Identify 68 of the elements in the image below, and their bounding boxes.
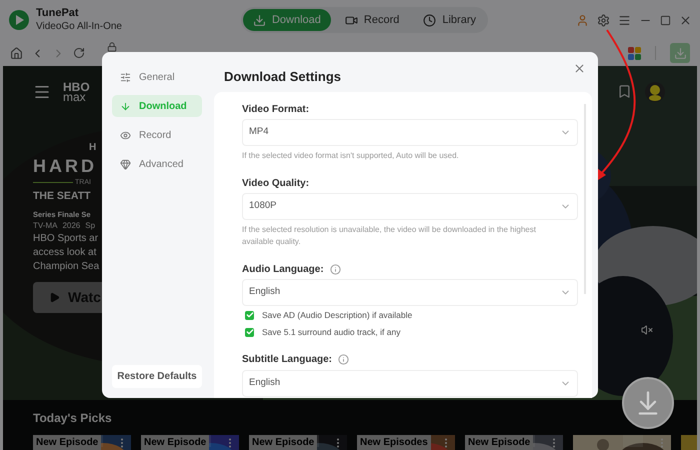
brand-logo-bottom: max xyxy=(63,92,86,102)
info-icon[interactable] xyxy=(338,354,349,365)
tab-icon xyxy=(423,14,436,26)
play-icon xyxy=(49,292,60,303)
description-line: Champion Sea xyxy=(33,260,100,274)
episode-badge: New Episode xyxy=(249,435,318,450)
checkbox-label: Save 5.1 surround audio track, if any xyxy=(262,326,400,338)
episode-badge: New Episode xyxy=(465,435,534,450)
meta-text: TV-MA xyxy=(33,220,58,232)
checkbox[interactable] xyxy=(245,328,254,337)
apps-icon[interactable] xyxy=(628,46,641,60)
maximize-icon[interactable] xyxy=(660,14,671,26)
settings-nav-item[interactable]: General xyxy=(112,66,202,88)
dropdown-field[interactable]: English xyxy=(242,279,578,306)
field-label: Video Quality: xyxy=(242,176,310,190)
tab-icon xyxy=(344,14,358,26)
field-label: Video Format: xyxy=(242,102,310,116)
app-name: TunePat xyxy=(36,7,80,20)
restore-defaults-button[interactable]: Restore Defaults xyxy=(112,365,202,388)
description-line: access look at xyxy=(33,246,96,260)
account-icon[interactable] xyxy=(576,14,589,26)
settings-nav-item[interactable]: Download xyxy=(112,95,202,117)
app-subtitle: VideoGo All-In-One xyxy=(36,20,122,33)
nav-icon xyxy=(120,100,131,112)
field-label: Subtitle Language: xyxy=(242,353,332,367)
field-label: Audio Language: xyxy=(242,262,324,276)
menu-icon[interactable] xyxy=(33,83,51,101)
episode-badge: New Episode xyxy=(33,435,102,450)
nav-icon xyxy=(120,130,131,140)
field-hint: If the selected video format isn't supported, Auto will be used. xyxy=(242,150,460,162)
close-icon[interactable] xyxy=(679,14,692,26)
info-icon[interactable] xyxy=(330,264,341,274)
nav-tab[interactable]: Record xyxy=(334,9,410,31)
settings-nav-item[interactable]: Record xyxy=(112,124,202,146)
avatar-icon[interactable] xyxy=(645,82,665,102)
download-icon xyxy=(674,46,686,60)
description-line: HBO Sports ar xyxy=(33,232,98,246)
title-art-text: H xyxy=(89,142,96,154)
field-hint: If the selected resolution is unavailable, the video will be downloaded in the highest available quality. xyxy=(242,224,537,248)
settings-nav-item[interactable]: Advanced xyxy=(112,153,202,175)
close-icon[interactable] xyxy=(573,62,586,74)
checkbox-label: Save AD (Audio Description) if available xyxy=(262,309,412,322)
meta-text: 2026 xyxy=(62,220,80,232)
brand-logo-top: HBO xyxy=(63,82,90,92)
dialog-title: Download Settings xyxy=(224,68,341,86)
app-logo-icon xyxy=(8,9,30,31)
home-icon[interactable] xyxy=(10,46,23,60)
reload-icon[interactable] xyxy=(73,47,85,59)
bookmark-icon[interactable] xyxy=(617,84,632,99)
dropdown-field[interactable]: English xyxy=(242,370,578,396)
episode-badge: New Episode xyxy=(141,435,210,450)
nav-icon xyxy=(120,72,131,82)
lock-icon xyxy=(107,42,117,52)
show-subtitle: THE SEATT xyxy=(33,189,91,204)
episode-badge: New Episodes xyxy=(357,435,431,450)
nav-tab[interactable]: Library xyxy=(413,9,486,31)
settings-icon[interactable] xyxy=(597,14,610,26)
dropdown-field[interactable]: 1080P xyxy=(242,193,578,220)
tab-icon xyxy=(252,14,266,26)
nav-icon xyxy=(120,158,131,170)
mute-icon[interactable] xyxy=(641,324,653,336)
show-title: HARD xyxy=(33,155,97,178)
nav-tab[interactable]: Download xyxy=(242,9,331,31)
checkbox[interactable] xyxy=(245,310,254,320)
meta-text: Sp xyxy=(85,220,96,232)
dropdown-field[interactable]: MP4 xyxy=(242,119,578,146)
section-title: Today's Picks xyxy=(33,411,112,425)
menu-icon[interactable] xyxy=(618,14,631,26)
